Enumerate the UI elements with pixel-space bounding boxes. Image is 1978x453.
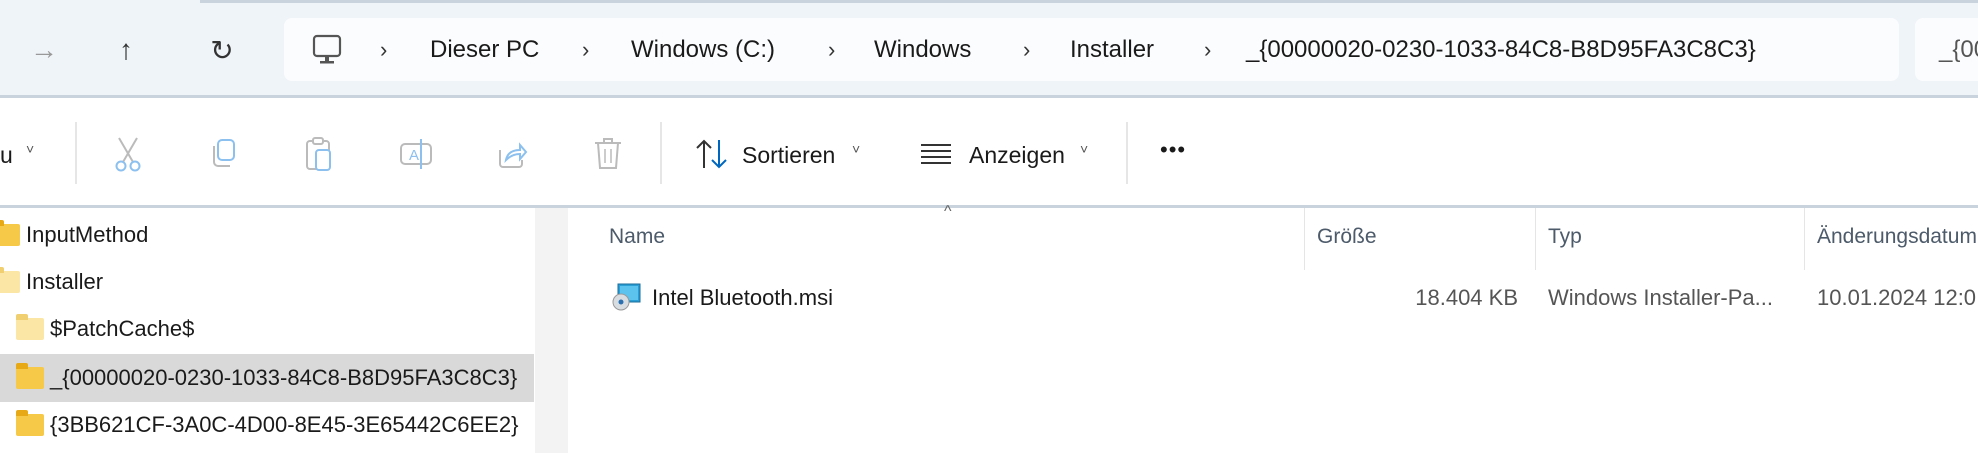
share-icon: [499, 142, 528, 168]
rename-icon: A: [400, 139, 432, 169]
msi-installer-icon: [612, 282, 642, 317]
monitor-icon[interactable]: [312, 34, 342, 71]
more-options-button[interactable]: •••: [1160, 136, 1186, 164]
trash-icon: [595, 138, 621, 169]
up-button[interactable]: ↑: [106, 30, 146, 70]
sort-ascending-icon: ^: [944, 203, 952, 220]
column-header-name[interactable]: Name: [609, 222, 665, 252]
view-button[interactable]: Anzeigen: [969, 141, 1065, 169]
breadcrumb-separator[interactable]: ›: [582, 35, 589, 65]
divider: [660, 122, 662, 184]
sort-button[interactable]: Sortieren: [742, 141, 835, 169]
new-button[interactable]: u: [0, 141, 13, 169]
file-name: Intel Bluetooth.msi: [652, 285, 833, 310]
sidebar-item-label: InputMethod: [26, 222, 149, 247]
chevron-down-icon: ˅: [1080, 141, 1089, 157]
breadcrumb-separator[interactable]: ›: [1204, 35, 1211, 65]
column-divider[interactable]: [1804, 208, 1805, 270]
sidebar-item-label: _{00000020-0230-1033-84C8-B8D95FA3C8C3}: [50, 365, 518, 390]
chevron-down-icon: ˅: [852, 141, 861, 157]
file-type: Windows Installer-Pa...: [1548, 285, 1773, 310]
delete-button[interactable]: [590, 134, 626, 174]
scissors-icon: [115, 137, 141, 172]
breadcrumb-installer[interactable]: Installer: [1070, 35, 1154, 65]
folder-icon: [16, 314, 44, 340]
forward-icon: →: [30, 34, 58, 65]
svg-text:A: A: [409, 147, 419, 164]
sidebar-item-inputmethod[interactable]: InputMethod: [0, 212, 534, 258]
cut-button[interactable]: [110, 134, 146, 174]
breadcrumb-windows-c[interactable]: Windows (C:): [631, 35, 775, 65]
copy-icon: [213, 139, 235, 167]
column-divider[interactable]: [1304, 208, 1305, 270]
sidebar-item-label: $PatchCache$: [50, 316, 195, 341]
column-header-modified[interactable]: Änderungsdatum: [1817, 222, 1977, 252]
breadcrumb-current-folder[interactable]: _{00000020-0230-1033-84C8-B8D95FA3C8C3}: [1246, 35, 1756, 65]
breadcrumb-dieser-pc[interactable]: Dieser PC: [430, 35, 539, 65]
breadcrumb-separator[interactable]: ›: [828, 35, 835, 65]
folder-open-icon: [0, 267, 20, 293]
folder-icon: [0, 220, 20, 246]
tab-strip-edge: [200, 0, 1978, 3]
sidebar-item-patchcache[interactable]: $PatchCache$: [0, 306, 534, 352]
file-size: 18.404 KB: [1415, 285, 1518, 310]
sidebar-item-label: Installer: [26, 269, 104, 294]
sort-icon[interactable]: [694, 134, 730, 174]
view-icon[interactable]: [918, 134, 954, 174]
refresh-icon: ↻: [210, 34, 234, 66]
copy-button[interactable]: [205, 134, 241, 174]
breadcrumb-separator[interactable]: ›: [1023, 35, 1030, 65]
rename-button[interactable]: A: [398, 134, 434, 174]
paste-button[interactable]: [301, 134, 337, 174]
column-divider[interactable]: [1535, 208, 1536, 270]
column-header-type[interactable]: Typ: [1548, 222, 1582, 252]
sidebar-item-label: {3BB621CF-3A0C-4D00-8E45-3E65442C6EE2}: [50, 412, 519, 437]
breadcrumb-windows[interactable]: Windows: [874, 35, 971, 65]
sidebar-item-guid-folder[interactable]: {3BB621CF-3A0C-4D00-8E45-3E65442C6EE2}: [0, 402, 534, 448]
file-modified: 10.01.2024 12:0: [1817, 285, 1977, 310]
chevron-down-icon: ˅: [26, 141, 35, 157]
paste-icon: [306, 137, 331, 171]
forward-button[interactable]: →: [24, 30, 64, 70]
divider: [1126, 122, 1128, 184]
sidebar-item-installer[interactable]: Installer: [0, 259, 534, 305]
up-icon: ↑: [119, 34, 133, 65]
sidebar-item-current-folder[interactable]: _{00000020-0230-1033-84C8-B8D95FA3C8C3}: [0, 354, 534, 402]
refresh-button[interactable]: ↻: [202, 30, 242, 70]
folder-icon: [16, 363, 44, 389]
breadcrumb-separator[interactable]: ›: [380, 35, 387, 65]
divider: [75, 122, 77, 184]
search-input[interactable]: _{00: [1939, 35, 1978, 65]
folder-icon: [16, 410, 44, 436]
column-header-size[interactable]: Größe: [1317, 222, 1377, 252]
share-button[interactable]: [494, 134, 530, 174]
navigation-pane-scrollbar[interactable]: [535, 208, 568, 453]
